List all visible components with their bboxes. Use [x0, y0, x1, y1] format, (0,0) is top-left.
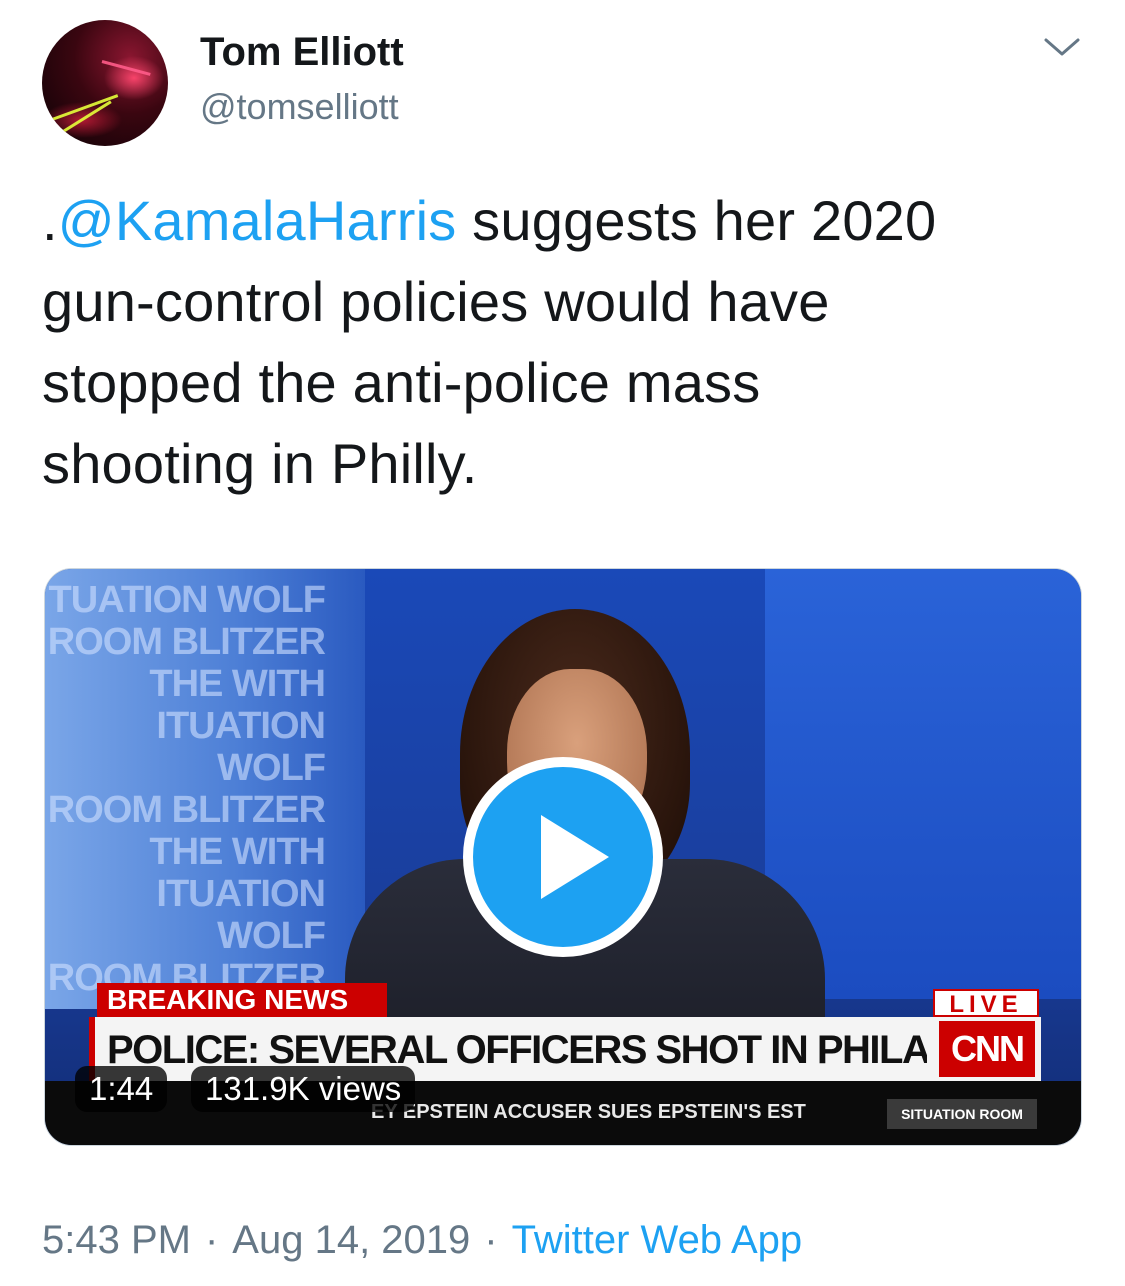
wall-line: THE WITH	[149, 831, 326, 873]
play-icon	[541, 815, 609, 899]
tweet-time[interactable]: 5:43 PM	[42, 1218, 191, 1262]
wall-line: ROOM BLITZER	[47, 621, 326, 663]
tweet-line: .@KamalaHarris suggests her 2020	[42, 180, 1092, 261]
avatar-light-beam	[101, 60, 151, 76]
live-label: LIVE	[933, 989, 1039, 1018]
ticker-brand: SITUATION ROOM	[887, 1099, 1037, 1129]
meta-separator: ·	[484, 1218, 498, 1262]
video-duration: 1:44	[75, 1066, 168, 1112]
tweet-meta: 5:43 PM · Aug 14, 2019 · Twitter Web App	[42, 1218, 802, 1263]
wall-line: TUATION WOLF	[48, 579, 326, 621]
play-button[interactable]	[463, 757, 663, 957]
cnn-logo: CNN	[939, 1021, 1035, 1077]
wall-line: ROOM BLITZER	[47, 789, 326, 831]
studio-wall-text: TUATION WOLF ROOM BLITZER THE WITH ITUAT…	[45, 579, 365, 1041]
tweet-source-link[interactable]: Twitter Web App	[512, 1218, 803, 1262]
mention-link[interactable]: @KamalaHarris	[58, 189, 457, 252]
tweet-text: .@KamalaHarris suggests her 2020 gun-con…	[42, 180, 1092, 504]
tweet-line-rest: suggests her 2020	[456, 189, 937, 252]
wall-line: THE WITH	[149, 663, 326, 705]
wall-line: ITUATION WOLF	[156, 705, 326, 789]
tweet-line: gun-control policies would have	[42, 270, 830, 333]
tweet-date[interactable]: Aug 14, 2019	[232, 1218, 470, 1262]
author-name[interactable]: Tom Elliott	[200, 30, 404, 75]
view-count: 131.9K views	[191, 1066, 416, 1112]
meta-separator: ·	[204, 1218, 219, 1262]
video-player[interactable]: TUATION WOLF ROOM BLITZER THE WITH ITUAT…	[44, 568, 1082, 1146]
avatar[interactable]	[42, 20, 168, 146]
wall-line: ITUATION WOLF	[156, 873, 326, 957]
tweet-line: stopped the anti-police mass	[42, 351, 761, 414]
tweet-line: shooting in Philly.	[42, 432, 478, 495]
breaking-news-label: BREAKING NEWS	[97, 983, 387, 1017]
chevron-down-icon[interactable]	[1040, 32, 1084, 62]
tweet-prefix: .	[42, 189, 58, 252]
ticker-text: EY EPSTEIN ACCUSER SUES EPSTEIN'S EST	[371, 1101, 806, 1123]
author-handle[interactable]: @tomselliott	[200, 86, 399, 128]
